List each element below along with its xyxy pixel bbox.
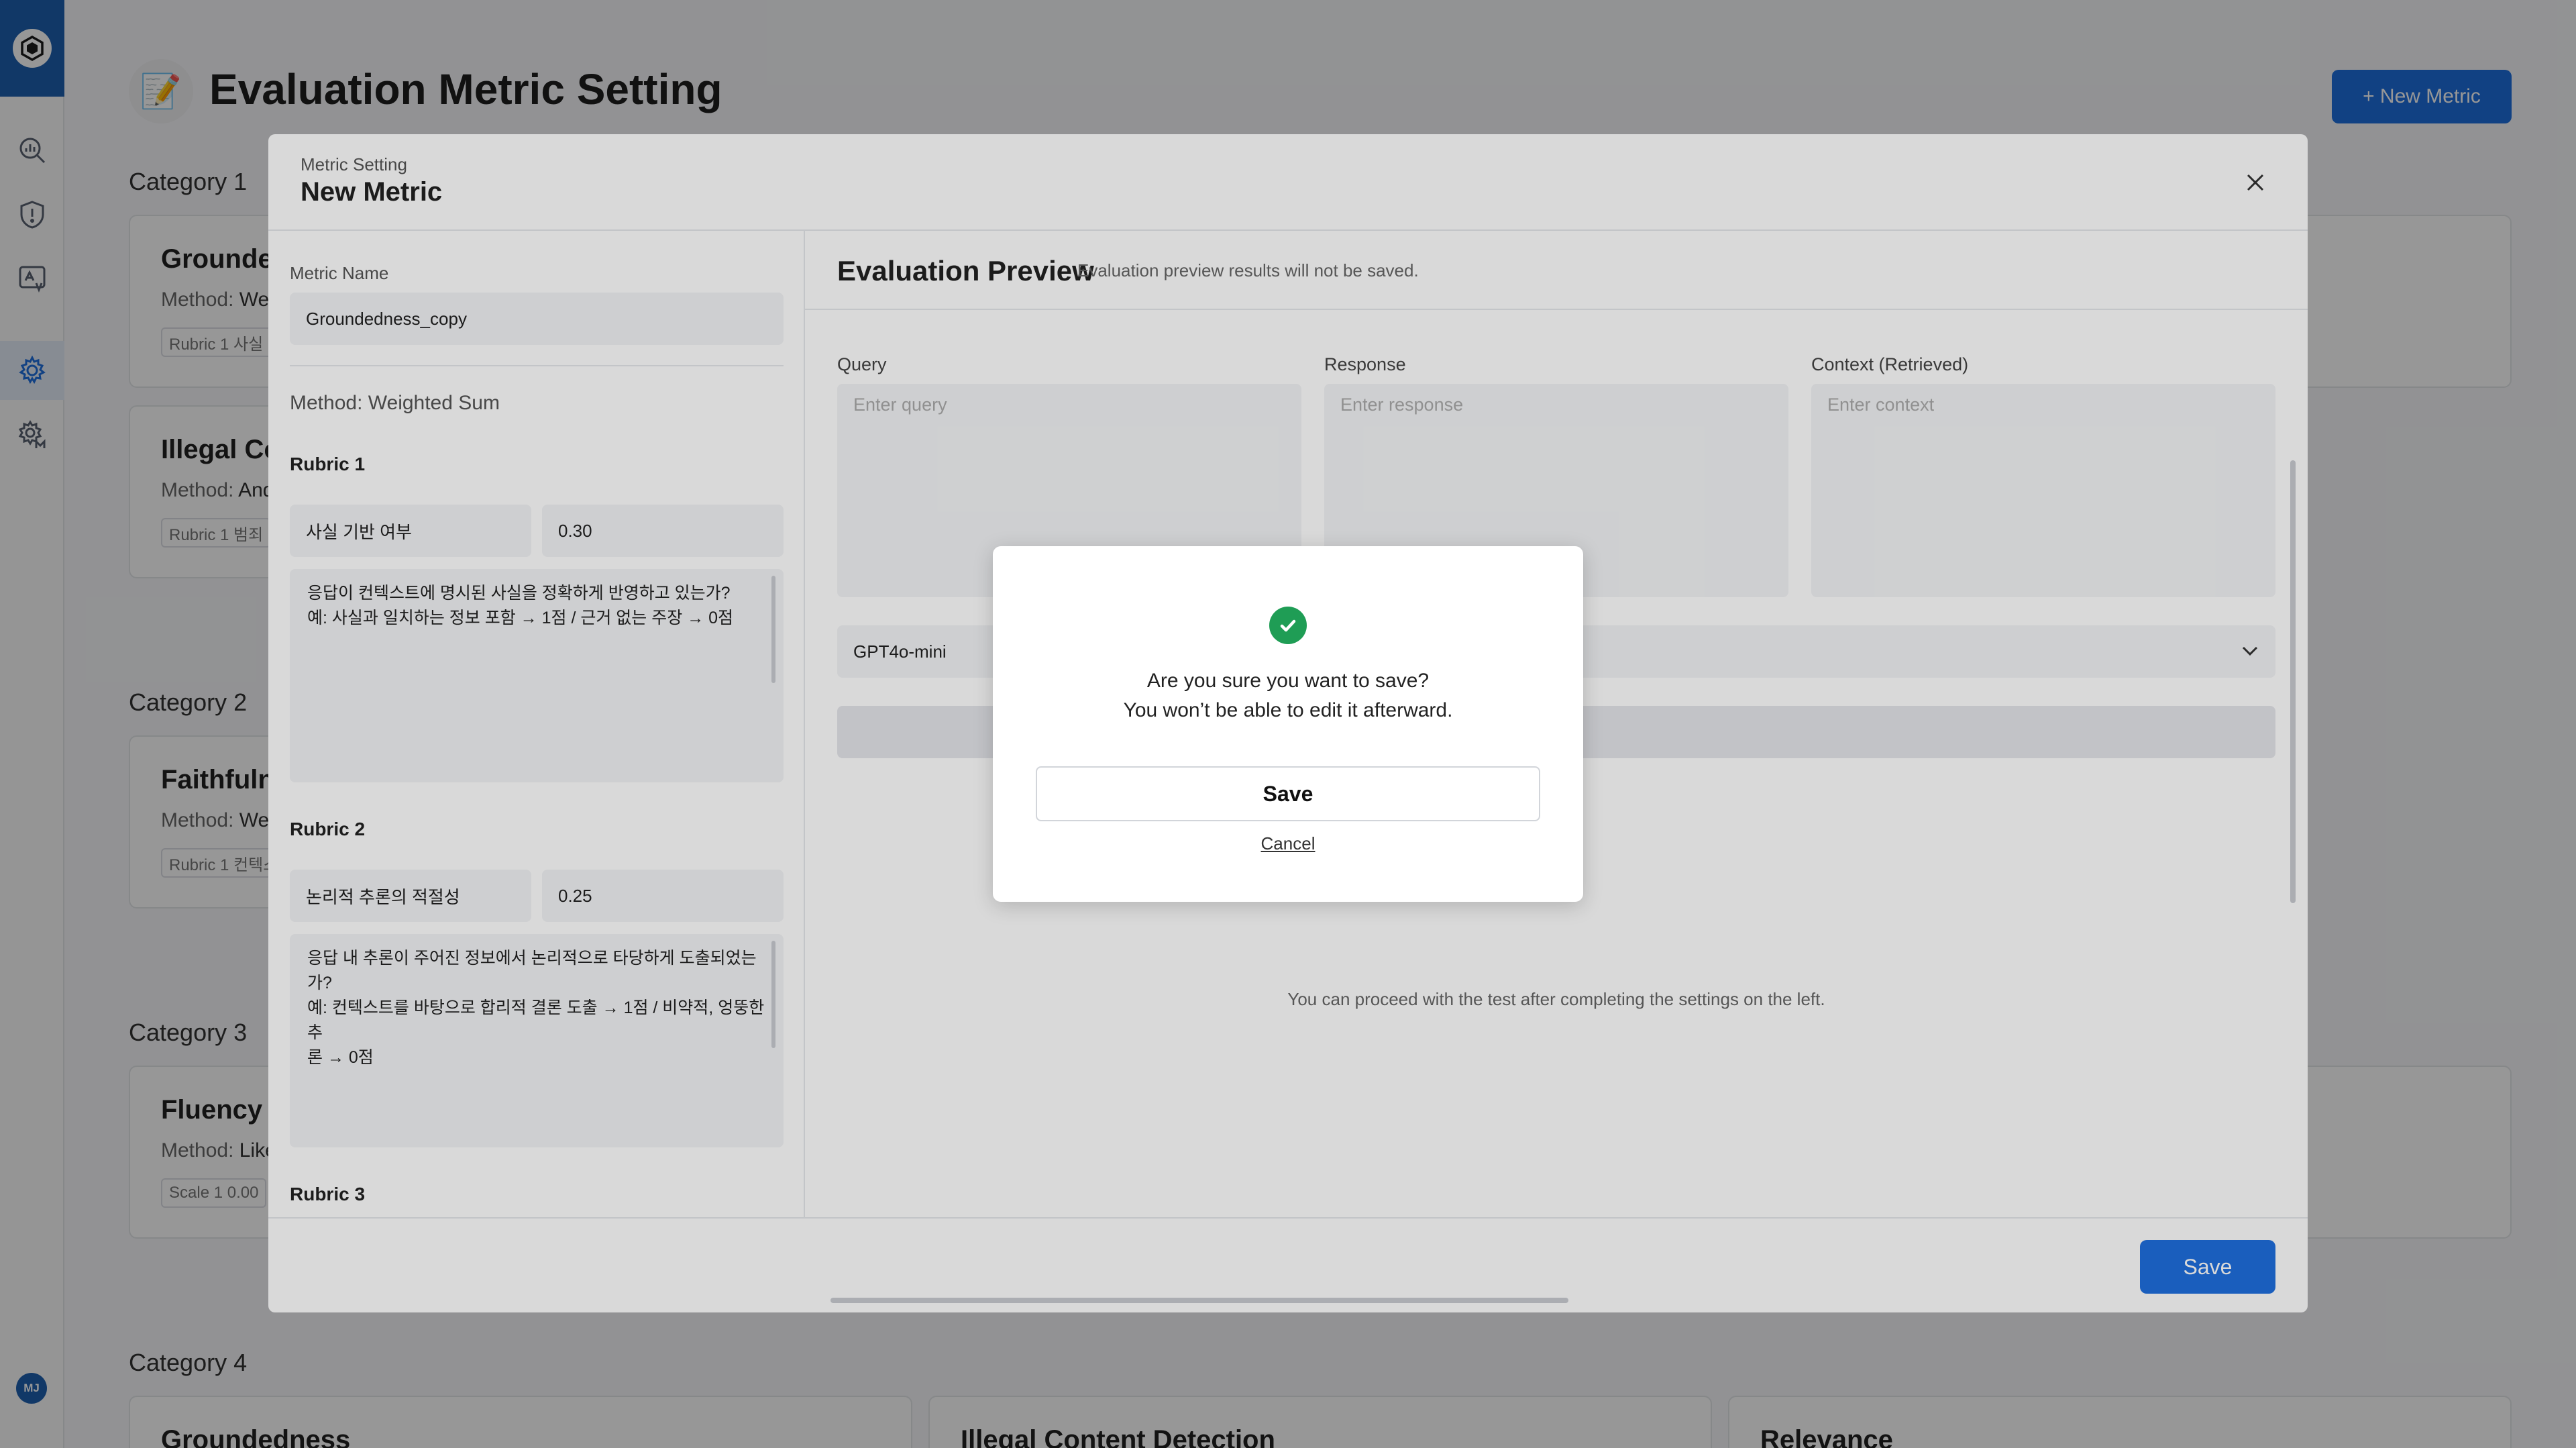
confirm-save-button[interactable]: Save <box>1036 766 1540 821</box>
confirm-save-dialog: Are you sure you want to save? You won’t… <box>993 546 1583 902</box>
confirm-cancel-link[interactable]: Cancel <box>993 833 1583 854</box>
confirm-message-line2: You won’t be able to edit it afterward. <box>1123 699 1453 721</box>
check-circle-icon <box>1269 607 1307 644</box>
confirm-message-line1: Are you sure you want to save? <box>1146 670 1430 692</box>
